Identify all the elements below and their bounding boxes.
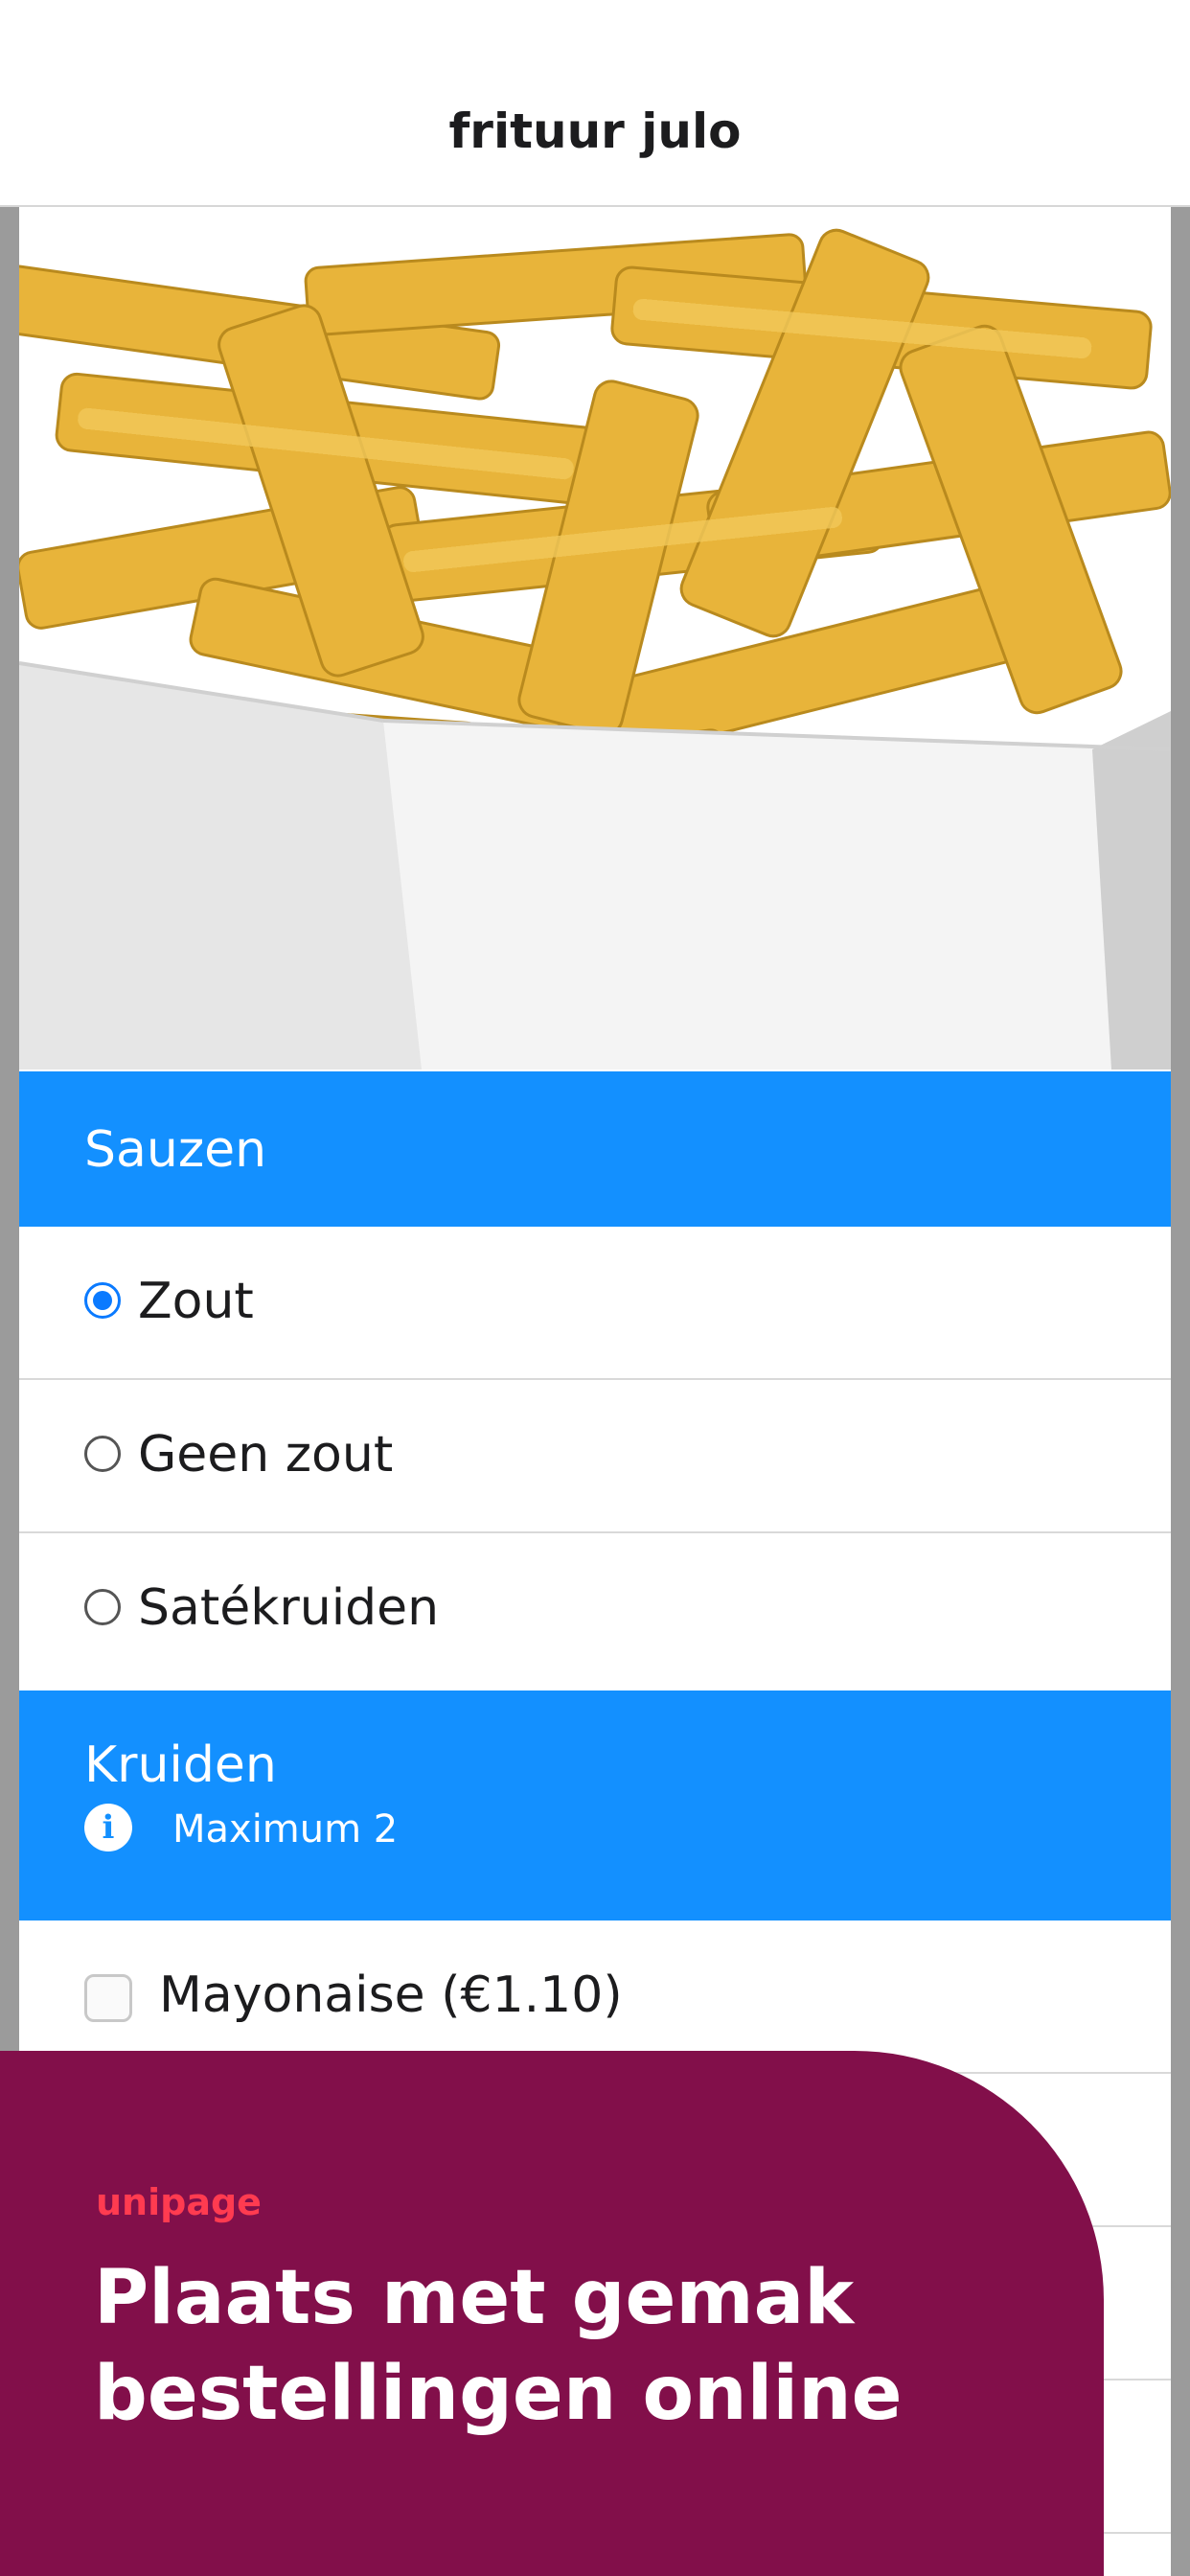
radio-button[interactable] (84, 1589, 121, 1625)
section-title: Kruiden (84, 1736, 277, 1794)
unipage-logo: unipage (96, 2181, 262, 2223)
option-label: Satékruiden (138, 1579, 440, 1637)
option-row-satekruiden[interactable]: Satékruiden (19, 1533, 1171, 1687)
option-label: Mayonaise (€1.10) (159, 1966, 623, 2024)
product-image (19, 213, 1171, 1070)
section-header-kruiden: Kruiden i Maximum 2 (19, 1690, 1171, 1920)
radio-button-selected[interactable] (84, 1282, 121, 1319)
promo-headline-line: Plaats met gemak (94, 2255, 855, 2341)
section-header-sauzen: Sauzen (19, 1071, 1171, 1227)
app-header: frituur julo (0, 0, 1190, 207)
option-row-geen-zout[interactable]: Geen zout (19, 1380, 1171, 1533)
option-row-zout[interactable]: Zout (19, 1227, 1171, 1380)
page-title: frituur julo (448, 104, 742, 159)
promo-banner[interactable]: unipage Plaats met gemak bestellingen on… (0, 2051, 1104, 2576)
checkbox[interactable] (84, 1974, 132, 2022)
max-selection-note: Maximum 2 (172, 1807, 399, 1852)
section-title: Sauzen (84, 1121, 267, 1179)
radio-button[interactable] (84, 1436, 121, 1472)
option-label: Zout (138, 1273, 254, 1330)
option-label: Geen zout (138, 1426, 394, 1484)
promo-headline: Plaats met gemak bestellingen online (94, 2250, 1014, 2442)
promo-headline-line: bestellingen online (94, 2351, 903, 2437)
info-icon: i (84, 1804, 132, 1852)
